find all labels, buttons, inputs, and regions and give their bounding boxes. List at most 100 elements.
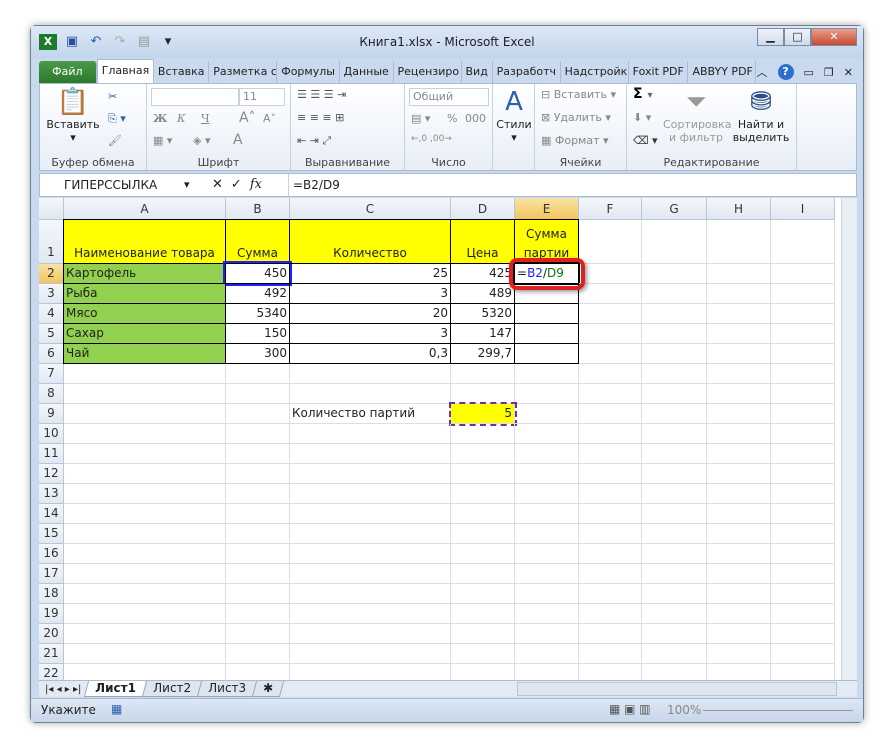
sheet-tab[interactable]: Лист3 xyxy=(197,681,258,697)
row-header[interactable]: 18 xyxy=(39,584,64,604)
cell-E17[interactable] xyxy=(515,564,579,584)
paste-button[interactable]: 📋 Вставить ▾ xyxy=(44,86,102,144)
cell-I5[interactable] xyxy=(771,324,835,344)
cell-F10[interactable] xyxy=(579,424,642,444)
font-name-select[interactable] xyxy=(151,88,239,106)
tab-1[interactable]: Главная xyxy=(96,59,154,83)
cell-D9[interactable]: 5 xyxy=(449,402,517,426)
cell-F19[interactable] xyxy=(579,604,642,624)
cell-I2[interactable] xyxy=(771,264,835,284)
cell-D1[interactable]: Цена xyxy=(450,219,515,264)
cell-B10[interactable] xyxy=(226,424,290,444)
cell-I10[interactable] xyxy=(771,424,835,444)
tab-10[interactable]: Foxit PDF xyxy=(629,61,689,83)
column-header[interactable]: D xyxy=(451,198,515,220)
decimal-icon[interactable]: ←,0 ,00→ xyxy=(411,134,452,144)
cell-B14[interactable] xyxy=(226,504,290,524)
cell-H1[interactable] xyxy=(707,220,771,264)
cell-E15[interactable] xyxy=(515,524,579,544)
clear-icon[interactable]: ⌫ ▾ xyxy=(633,134,658,147)
borders-icon[interactable]: ▦ ▾ xyxy=(153,134,172,147)
cell-C7[interactable] xyxy=(290,364,451,384)
cell-I16[interactable] xyxy=(771,544,835,564)
cell-G17[interactable] xyxy=(642,564,707,584)
cell-C9[interactable]: Количество партий xyxy=(290,404,451,424)
cell-A15[interactable] xyxy=(64,524,226,544)
cell-B9[interactable] xyxy=(226,404,290,424)
cell-H2[interactable] xyxy=(707,264,771,284)
cell-C8[interactable] xyxy=(290,384,451,404)
cell-G5[interactable] xyxy=(642,324,707,344)
cell-G3[interactable] xyxy=(642,284,707,304)
font-color-button[interactable]: A xyxy=(233,132,243,148)
help-icon[interactable]: ? xyxy=(777,64,794,80)
cell-G11[interactable] xyxy=(642,444,707,464)
styles-button[interactable]: A Стили ▾ xyxy=(495,86,533,144)
cell-C22[interactable] xyxy=(290,664,451,680)
cell-D22[interactable] xyxy=(451,664,515,680)
row-header[interactable]: 16 xyxy=(39,544,64,564)
cell-F4[interactable] xyxy=(579,304,642,324)
cell-G4[interactable] xyxy=(642,304,707,324)
row-header[interactable]: 22 xyxy=(39,664,64,680)
cell-D6[interactable]: 299,7 xyxy=(450,343,515,364)
cell-A1[interactable]: Наименование товара xyxy=(63,219,226,264)
formula-input[interactable]: =B2/D9 xyxy=(288,174,838,196)
column-header[interactable]: C xyxy=(290,198,451,220)
cell-F16[interactable] xyxy=(579,544,642,564)
delete-cells-button[interactable]: ⊠ Удалить ▾ xyxy=(541,111,611,124)
cell-E7[interactable] xyxy=(515,364,579,384)
sort-filter-button[interactable]: ⏷ Сортировка и фильтр xyxy=(663,86,732,144)
cell-D20[interactable] xyxy=(451,624,515,644)
row-header[interactable]: 21 xyxy=(39,644,64,664)
tab-4[interactable]: Формулы xyxy=(277,61,340,83)
cell-G20[interactable] xyxy=(642,624,707,644)
minimize-button[interactable]: ▁ xyxy=(757,28,784,46)
row-header[interactable]: 11 xyxy=(39,444,64,464)
cell-I8[interactable] xyxy=(771,384,835,404)
cell-E10[interactable] xyxy=(515,424,579,444)
tab-3[interactable]: Разметка с xyxy=(209,61,278,83)
cell-F8[interactable] xyxy=(579,384,642,404)
align-top-icon[interactable]: ☰ ☰ ☰ ⇥ xyxy=(297,88,346,101)
cell-C18[interactable] xyxy=(290,584,451,604)
cell-A17[interactable] xyxy=(64,564,226,584)
cell-I12[interactable] xyxy=(771,464,835,484)
name-box[interactable]: ГИПЕРССЫЛКА xyxy=(42,176,200,194)
cell-G14[interactable] xyxy=(642,504,707,524)
cell-I17[interactable] xyxy=(771,564,835,584)
cell-E9[interactable] xyxy=(515,404,579,424)
cell-G16[interactable] xyxy=(642,544,707,564)
cell-B17[interactable] xyxy=(226,564,290,584)
cell-A19[interactable] xyxy=(64,604,226,624)
cell-G2[interactable] xyxy=(642,264,707,284)
cell-B8[interactable] xyxy=(226,384,290,404)
number-format-select[interactable]: Общий xyxy=(409,88,489,106)
cell-F21[interactable] xyxy=(579,644,642,664)
cell-D17[interactable] xyxy=(451,564,515,584)
cell-B2[interactable]: 450 xyxy=(223,261,292,286)
cell-C17[interactable] xyxy=(290,564,451,584)
name-box-dropdown-icon[interactable]: ▾ xyxy=(184,178,190,191)
cell-A22[interactable] xyxy=(64,664,226,680)
cell-A13[interactable] xyxy=(64,484,226,504)
row-header[interactable]: 20 xyxy=(39,624,64,644)
cell-D21[interactable] xyxy=(451,644,515,664)
cell-H7[interactable] xyxy=(707,364,771,384)
cell-I11[interactable] xyxy=(771,444,835,464)
cell-D3[interactable]: 489 xyxy=(450,283,515,304)
column-header[interactable]: B xyxy=(226,198,290,220)
zoom-level[interactable]: 100% xyxy=(667,703,701,717)
shrink-font-button[interactable]: A˅ xyxy=(263,112,276,125)
cell-B19[interactable] xyxy=(226,604,290,624)
cell-D16[interactable] xyxy=(451,544,515,564)
cell-F17[interactable] xyxy=(579,564,642,584)
grow-font-button[interactable]: A˄ xyxy=(239,110,256,126)
cell-A8[interactable] xyxy=(64,384,226,404)
cell-C2[interactable]: 25 xyxy=(289,263,451,284)
cell-E5[interactable] xyxy=(514,323,579,344)
cell-I3[interactable] xyxy=(771,284,835,304)
cell-A14[interactable] xyxy=(64,504,226,524)
maximize-button[interactable]: □ xyxy=(784,28,811,46)
cell-I7[interactable] xyxy=(771,364,835,384)
